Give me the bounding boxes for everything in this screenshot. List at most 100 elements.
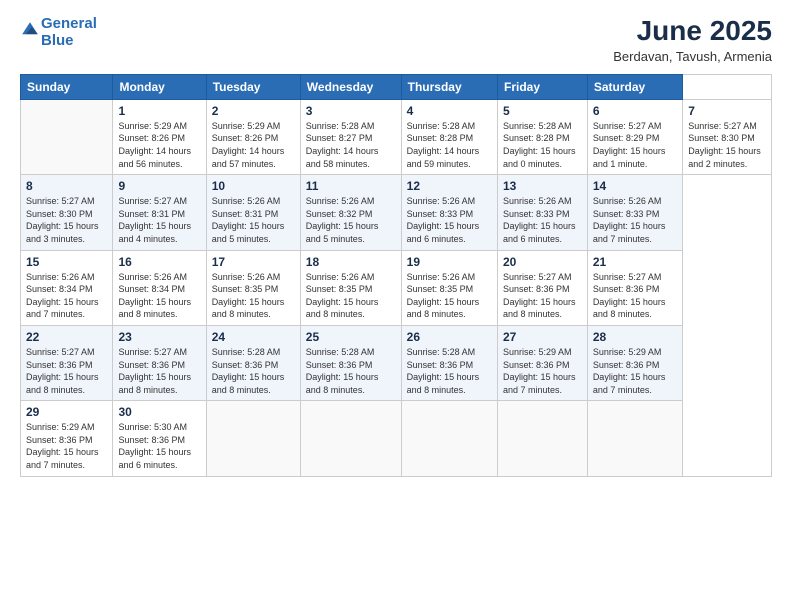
day-info: Sunrise: 5:27 AMSunset: 8:36 PMDaylight:… — [118, 346, 200, 396]
day-header-sunday: Sunday — [21, 74, 113, 99]
day-number: 10 — [212, 179, 295, 193]
day-number: 9 — [118, 179, 200, 193]
day-info: Sunrise: 5:28 AMSunset: 8:36 PMDaylight:… — [306, 346, 396, 396]
day-cell: 6 Sunrise: 5:27 AMSunset: 8:29 PMDaylight… — [587, 99, 682, 174]
day-info: Sunrise: 5:26 AMSunset: 8:33 PMDaylight:… — [407, 195, 492, 245]
day-number: 8 — [26, 179, 107, 193]
day-info: Sunrise: 5:30 AMSunset: 8:36 PMDaylight:… — [118, 421, 200, 471]
day-header-saturday: Saturday — [587, 74, 682, 99]
day-info: Sunrise: 5:26 AMSunset: 8:34 PMDaylight:… — [118, 271, 200, 321]
day-info: Sunrise: 5:26 AMSunset: 8:35 PMDaylight:… — [407, 271, 492, 321]
day-number: 26 — [407, 330, 492, 344]
day-info: Sunrise: 5:27 AMSunset: 8:30 PMDaylight:… — [688, 120, 766, 170]
day-number: 13 — [503, 179, 582, 193]
day-cell: 8Sunrise: 5:27 AMSunset: 8:30 PMDaylight… — [21, 175, 113, 250]
day-number: 15 — [26, 255, 107, 269]
week-row-2: 8Sunrise: 5:27 AMSunset: 8:30 PMDaylight… — [21, 175, 772, 250]
day-info: Sunrise: 5:29 AMSunset: 8:36 PMDaylight:… — [26, 421, 107, 471]
day-number: 11 — [306, 179, 396, 193]
day-number: 3 — [306, 104, 396, 118]
day-number: 18 — [306, 255, 396, 269]
calendar-header-row: SundayMondayTuesdayWednesdayThursdayFrid… — [21, 74, 772, 99]
day-number: 23 — [118, 330, 200, 344]
day-number: 17 — [212, 255, 295, 269]
day-info: Sunrise: 5:29 AMSunset: 8:26 PMDaylight:… — [118, 120, 200, 170]
day-cell: 20Sunrise: 5:27 AMSunset: 8:36 PMDayligh… — [497, 250, 587, 325]
location: Berdavan, Tavush, Armenia — [613, 49, 772, 64]
day-cell: 21 Sunrise: 5:27 AMSunset: 8:36 PMDayligh… — [587, 250, 682, 325]
day-info: Sunrise: 5:28 AMSunset: 8:36 PMDaylight:… — [212, 346, 295, 396]
day-info: Sunrise: 5:26 AMSunset: 8:34 PMDaylight:… — [26, 271, 107, 321]
day-number: 7 — [688, 104, 766, 118]
day-cell: 15 Sunrise: 5:26 AMSunset: 8:34 PMDayligh… — [21, 250, 113, 325]
title-block: June 2025 Berdavan, Tavush, Armenia — [613, 16, 772, 64]
week-row-1: 1 Sunrise: 5:29 AMSunset: 8:26 PMDaylight… — [21, 99, 772, 174]
day-info: Sunrise: 5:28 AMSunset: 8:28 PMDaylight:… — [407, 120, 492, 170]
day-cell: 12 Sunrise: 5:26 AMSunset: 8:33 PMDayligh… — [401, 175, 497, 250]
day-cell — [497, 401, 587, 476]
day-info: Sunrise: 5:26 AMSunset: 8:32 PMDaylight:… — [306, 195, 396, 245]
day-info: Sunrise: 5:28 AMSunset: 8:28 PMDaylight:… — [503, 120, 582, 170]
day-cell: 7 Sunrise: 5:27 AMSunset: 8:30 PMDaylight… — [683, 99, 772, 174]
day-cell: 18 Sunrise: 5:26 AMSunset: 8:35 PMDayligh… — [300, 250, 401, 325]
day-cell: 5 Sunrise: 5:28 AMSunset: 8:28 PMDaylight… — [497, 99, 587, 174]
day-number: 6 — [593, 104, 677, 118]
day-info: Sunrise: 5:27 AMSunset: 8:29 PMDaylight:… — [593, 120, 677, 170]
day-number: 29 — [26, 405, 107, 419]
day-cell — [21, 99, 113, 174]
day-info: Sunrise: 5:26 AMSunset: 8:33 PMDaylight:… — [503, 195, 582, 245]
week-row-5: 29 Sunrise: 5:29 AMSunset: 8:36 PMDayligh… — [21, 401, 772, 476]
day-cell: 17Sunrise: 5:26 AMSunset: 8:35 PMDayligh… — [206, 250, 300, 325]
day-cell: 4Sunrise: 5:28 AMSunset: 8:28 PMDaylight… — [401, 99, 497, 174]
day-cell — [587, 401, 682, 476]
month-year: June 2025 — [613, 16, 772, 47]
day-number: 19 — [407, 255, 492, 269]
day-cell: 19 Sunrise: 5:26 AMSunset: 8:35 PMDayligh… — [401, 250, 497, 325]
week-row-3: 15 Sunrise: 5:26 AMSunset: 8:34 PMDayligh… — [21, 250, 772, 325]
logo-text-line2: Blue — [41, 33, 97, 50]
day-number: 27 — [503, 330, 582, 344]
day-number: 16 — [118, 255, 200, 269]
logo-icon — [21, 21, 39, 39]
day-number: 1 — [118, 104, 200, 118]
logo: General Blue — [20, 16, 97, 49]
day-info: Sunrise: 5:28 AMSunset: 8:36 PMDaylight:… — [407, 346, 492, 396]
day-info: Sunrise: 5:26 AMSunset: 8:35 PMDaylight:… — [306, 271, 396, 321]
day-header-friday: Friday — [497, 74, 587, 99]
day-number: 14 — [593, 179, 677, 193]
day-info: Sunrise: 5:27 AMSunset: 8:36 PMDaylight:… — [593, 271, 677, 321]
day-cell: 30Sunrise: 5:30 AMSunset: 8:36 PMDayligh… — [113, 401, 206, 476]
day-cell: 3 Sunrise: 5:28 AMSunset: 8:27 PMDaylight… — [300, 99, 401, 174]
logo-text-line1: General — [41, 16, 97, 33]
day-cell: 22 Sunrise: 5:27 AMSunset: 8:36 PMDayligh… — [21, 325, 113, 400]
day-number: 24 — [212, 330, 295, 344]
day-info: Sunrise: 5:27 AMSunset: 8:36 PMDaylight:… — [26, 346, 107, 396]
day-header-monday: Monday — [113, 74, 206, 99]
day-info: Sunrise: 5:27 AMSunset: 8:31 PMDaylight:… — [118, 195, 200, 245]
day-number: 22 — [26, 330, 107, 344]
day-number: 5 — [503, 104, 582, 118]
week-row-4: 22 Sunrise: 5:27 AMSunset: 8:36 PMDayligh… — [21, 325, 772, 400]
day-info: Sunrise: 5:29 AMSunset: 8:36 PMDaylight:… — [503, 346, 582, 396]
day-cell — [300, 401, 401, 476]
day-cell: 10 Sunrise: 5:26 AMSunset: 8:31 PMDayligh… — [206, 175, 300, 250]
day-cell: 9 Sunrise: 5:27 AMSunset: 8:31 PMDaylight… — [113, 175, 206, 250]
day-info: Sunrise: 5:28 AMSunset: 8:27 PMDaylight:… — [306, 120, 396, 170]
day-info: Sunrise: 5:29 AMSunset: 8:26 PMDaylight:… — [212, 120, 295, 170]
day-info: Sunrise: 5:26 AMSunset: 8:33 PMDaylight:… — [593, 195, 677, 245]
day-cell: 13 Sunrise: 5:26 AMSunset: 8:33 PMDayligh… — [497, 175, 587, 250]
day-cell: 2 Sunrise: 5:29 AMSunset: 8:26 PMDaylight… — [206, 99, 300, 174]
day-cell — [401, 401, 497, 476]
day-cell: 23 Sunrise: 5:27 AMSunset: 8:36 PMDayligh… — [113, 325, 206, 400]
day-number: 2 — [212, 104, 295, 118]
day-info: Sunrise: 5:26 AMSunset: 8:31 PMDaylight:… — [212, 195, 295, 245]
day-number: 20 — [503, 255, 582, 269]
day-header-wednesday: Wednesday — [300, 74, 401, 99]
day-number: 12 — [407, 179, 492, 193]
day-cell: 1 Sunrise: 5:29 AMSunset: 8:26 PMDaylight… — [113, 99, 206, 174]
day-cell: 11 Sunrise: 5:26 AMSunset: 8:32 PMDayligh… — [300, 175, 401, 250]
day-number: 25 — [306, 330, 396, 344]
day-cell: 14 Sunrise: 5:26 AMSunset: 8:33 PMDayligh… — [587, 175, 682, 250]
day-number: 21 — [593, 255, 677, 269]
day-info: Sunrise: 5:29 AMSunset: 8:36 PMDaylight:… — [593, 346, 677, 396]
